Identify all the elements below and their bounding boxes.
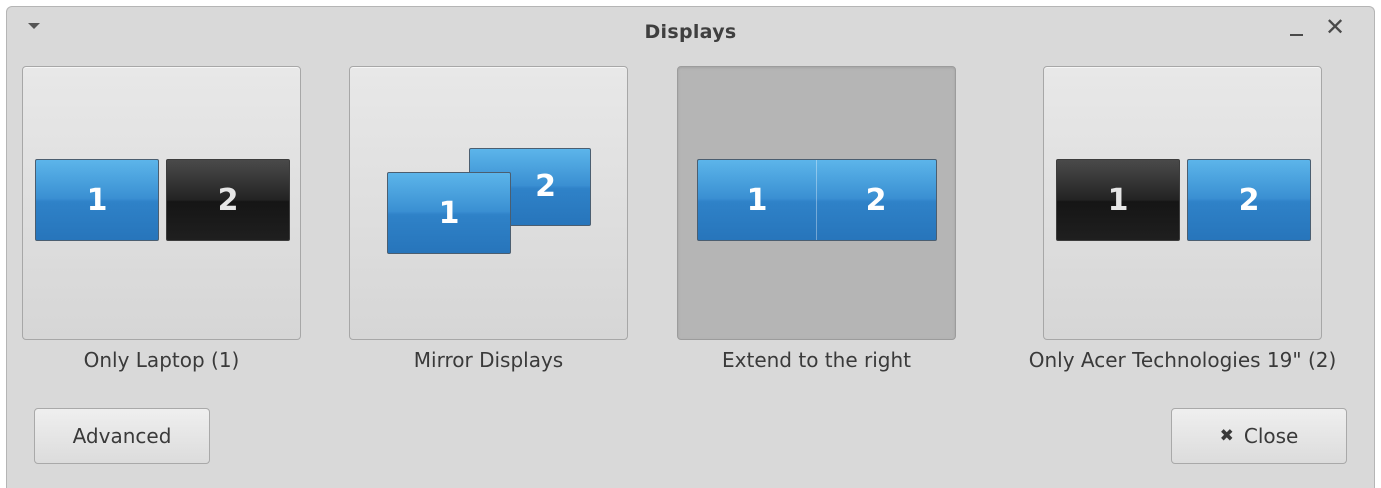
- close-icon: ✖: [1219, 426, 1234, 446]
- window-title: Displays: [644, 21, 737, 43]
- close-button-label: Close: [1243, 424, 1299, 448]
- minimize-icon[interactable]: [1290, 34, 1303, 36]
- option-mirror-displays[interactable]: 2 1 Mirror Displays: [349, 66, 628, 372]
- advanced-button[interactable]: Advanced: [34, 408, 210, 464]
- option-only-acer[interactable]: 1 2 Only Acer Technologies 19" (2): [1029, 66, 1336, 372]
- option-extend-right[interactable]: 1 2 Extend to the right: [677, 66, 956, 372]
- monitor-join-divider: [816, 160, 817, 240]
- option-label: Mirror Displays: [413, 348, 564, 372]
- title-bar: Displays ✕: [7, 7, 1374, 59]
- advanced-button-label: Advanced: [72, 424, 172, 448]
- monitor-2-icon: 2: [1187, 159, 1311, 241]
- option-only-laptop[interactable]: 1 2 Only Laptop (1): [22, 66, 301, 372]
- option-tile[interactable]: 1 2: [677, 66, 956, 340]
- monitor-2-icon: 2: [816, 159, 937, 241]
- option-label: Only Acer Technologies 19" (2): [1028, 348, 1337, 372]
- close-icon[interactable]: ✕: [1325, 15, 1345, 39]
- option-label: Only Laptop (1): [83, 348, 240, 372]
- displays-dialog: Displays ✕ 1 2 Only Laptop (1) 2 1 Mirro…: [6, 6, 1375, 488]
- option-tile[interactable]: 1 2: [1043, 66, 1322, 340]
- monitor-2-icon: 2: [166, 159, 290, 241]
- option-tile[interactable]: 1 2: [22, 66, 301, 340]
- close-button[interactable]: ✖ Close: [1171, 408, 1347, 464]
- option-tile[interactable]: 2 1: [349, 66, 628, 340]
- monitor-1-icon: 1: [697, 159, 816, 241]
- monitor-1-icon: 1: [1056, 159, 1180, 241]
- monitor-1-icon: 1: [387, 172, 511, 254]
- monitor-1-icon: 1: [35, 159, 159, 241]
- option-label: Extend to the right: [722, 348, 911, 372]
